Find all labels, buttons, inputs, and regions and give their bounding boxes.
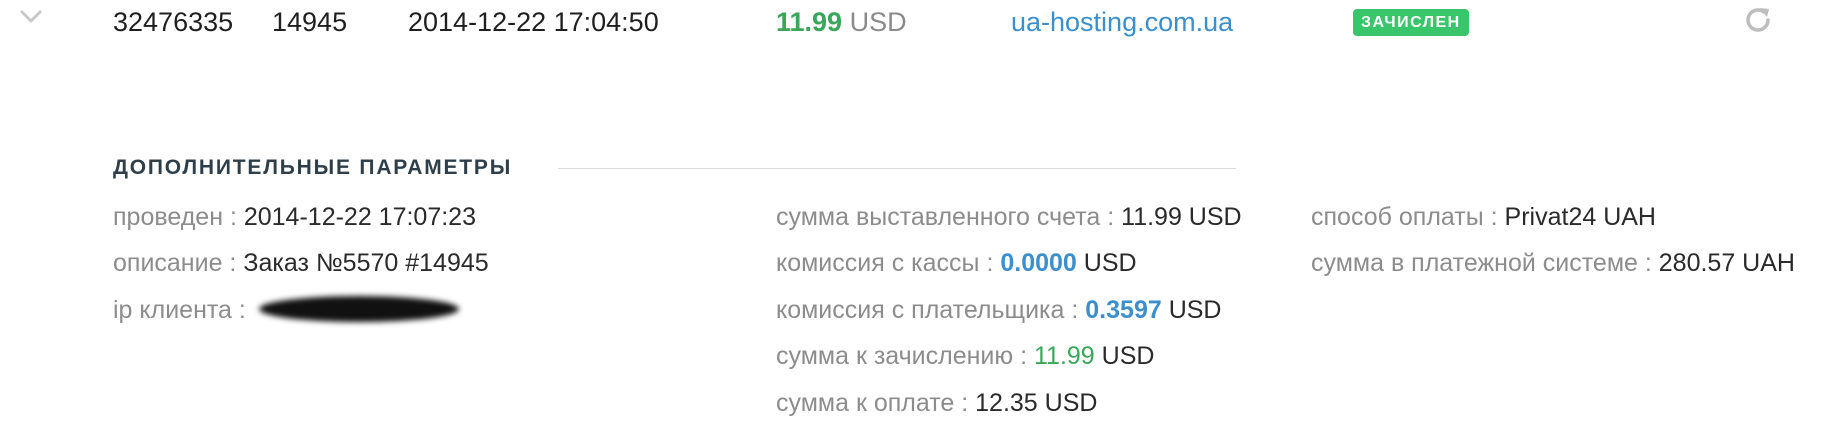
param-label: сумма к оплате : xyxy=(776,389,969,417)
param-label: ip клиента : xyxy=(113,296,246,324)
redacted-ip xyxy=(258,296,459,323)
param-processed: проведен : 2014-12-22 17:07:23 xyxy=(113,201,476,233)
param-credit-amount: сумма к зачислению : 11.99 USD xyxy=(776,340,1154,372)
param-value: Privat24 UAH xyxy=(1504,203,1656,231)
order-number: 14945 xyxy=(272,7,348,37)
param-label: комиссия с кассы : xyxy=(776,249,994,277)
param-to-pay: сумма к оплате : 12.35 USD xyxy=(776,387,1097,419)
param-value: 280.57 UAH xyxy=(1658,249,1795,277)
param-label: сумма в платежной системе : xyxy=(1311,249,1652,277)
param-value: 12.35 USD xyxy=(975,389,1098,417)
param-label: сумма к зачислению : xyxy=(776,342,1028,370)
param-client-ip: ip клиента : xyxy=(113,294,459,326)
chevron-down-icon[interactable] xyxy=(18,4,44,30)
transaction-id: 32476335 xyxy=(113,7,234,37)
param-value-number: 0.3597 xyxy=(1085,296,1162,324)
section-title: ДОПОЛНИТЕЛЬНЫЕ ПАРАМЕТРЫ xyxy=(113,156,513,179)
param-value-number: 0.0000 xyxy=(1000,249,1077,277)
param-value: 2014-12-22 17:07:23 xyxy=(243,203,476,231)
param-invoice-amount: сумма выставленного счета : 11.99 USD xyxy=(776,201,1242,233)
param-label: описание : xyxy=(113,249,237,277)
param-value: Заказ №5570 #14945 xyxy=(243,249,489,277)
param-label: сумма выставленного счета : xyxy=(776,203,1115,231)
merchant-site-link[interactable]: ua-hosting.com.ua xyxy=(1011,5,1233,39)
param-cash-fee: комиссия с кассы : 0.0000 USD xyxy=(776,247,1137,279)
transaction-row[interactable]: 32476335 14945 2014-12-22 17:04:50 11.99… xyxy=(0,0,1830,48)
amount-value: 11.99 xyxy=(776,7,843,37)
transaction-datetime: 2014-12-22 17:04:50 xyxy=(408,7,659,37)
transaction-amount: 11.99 USD xyxy=(776,5,907,39)
param-label: комиссия с плательщика : xyxy=(776,296,1079,324)
param-label: способ оплаты : xyxy=(1311,203,1498,231)
param-value-number: 11.99 xyxy=(1034,342,1095,370)
amount-currency: USD xyxy=(849,7,907,37)
param-payer-fee: комиссия с плательщика : 0.3597 USD xyxy=(776,294,1222,326)
param-description: описание : Заказ №5570 #14945 xyxy=(113,247,489,279)
param-payment-method: способ оплаты : Privat24 UAH xyxy=(1311,201,1656,233)
param-value-currency: USD xyxy=(1168,296,1222,324)
param-value: 11.99 USD xyxy=(1121,203,1242,231)
param-value-currency: USD xyxy=(1101,342,1155,370)
param-label: проведен : xyxy=(113,203,237,231)
section-divider xyxy=(558,168,1236,169)
refresh-icon[interactable] xyxy=(1742,4,1774,36)
status-badge: ЗАЧИСЛЕН xyxy=(1353,9,1469,36)
param-payment-system-amount: сумма в платежной системе : 280.57 UAH xyxy=(1311,247,1795,279)
param-value-currency: USD xyxy=(1083,249,1137,277)
